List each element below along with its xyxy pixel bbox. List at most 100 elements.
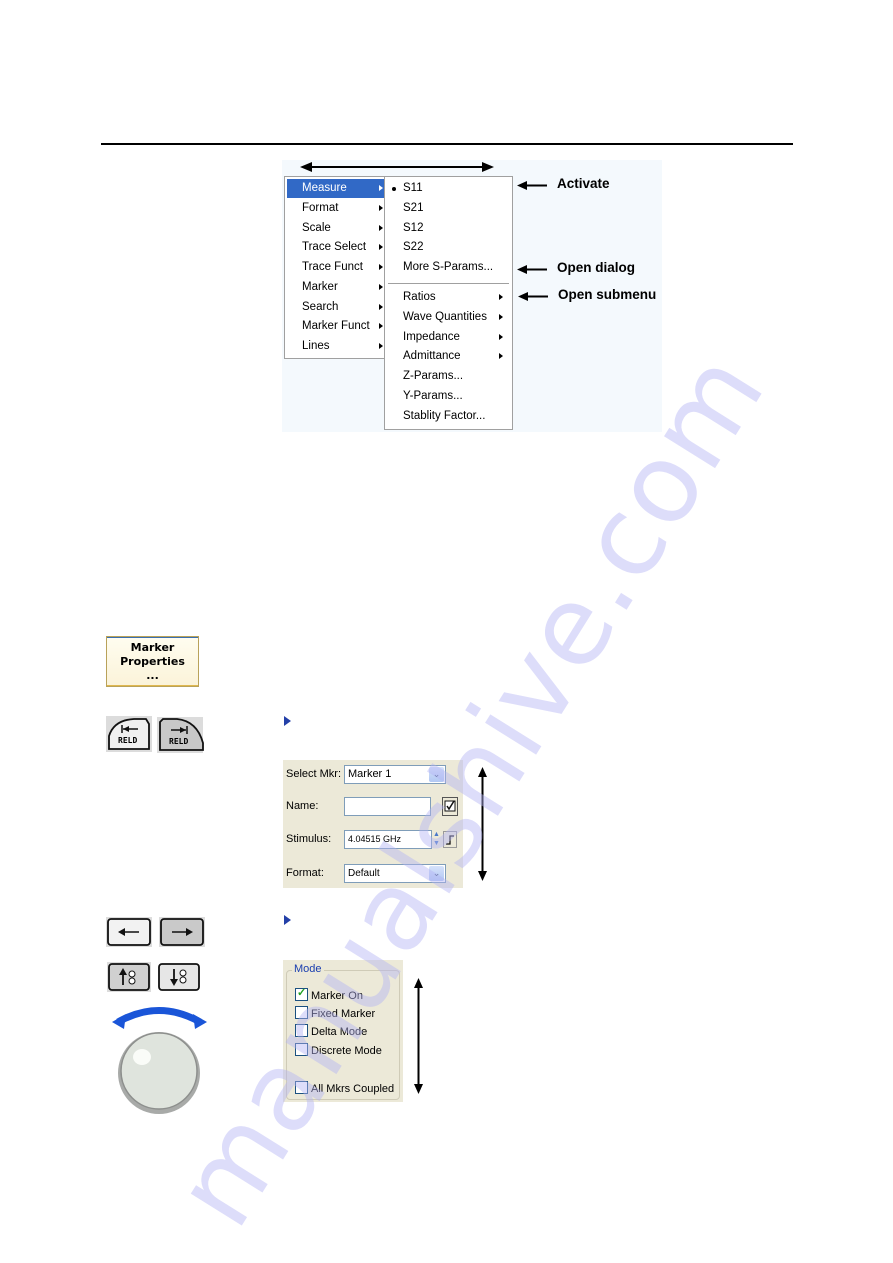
submenu-item-label: Wave Quantities — [403, 311, 487, 323]
right-arrow-key[interactable] — [159, 917, 205, 947]
menu-item-lines[interactable]: Lines — [287, 337, 386, 356]
submenu-arrow-icon — [379, 205, 383, 211]
checkbox-box[interactable] — [295, 1043, 308, 1056]
menu-item-label: Format — [302, 202, 339, 214]
step-size-button[interactable] — [443, 831, 457, 848]
checkbox-label: All Mkrs Coupled — [311, 1083, 395, 1095]
chevron-down-icon[interactable]: ⌄ — [429, 767, 444, 782]
select-mkr-label: Select Mkr: — [286, 768, 342, 780]
left-arrow-icon — [517, 265, 547, 274]
menu-item-search[interactable]: Search — [287, 298, 386, 317]
name-label: Name: — [286, 800, 319, 812]
menu-item-label: Marker — [302, 281, 338, 293]
select-mkr-dropdown[interactable]: Marker 1 ⌄ — [344, 765, 446, 784]
menu-item-measure[interactable]: Measure — [287, 179, 386, 198]
marker-down-key[interactable] — [157, 962, 201, 992]
menu-item-trace-select[interactable]: Trace Select — [287, 238, 386, 257]
format-dropdown[interactable]: Default ⌄ — [344, 864, 446, 883]
stimulus-input[interactable]: 4.04515 GHz — [344, 830, 432, 849]
left-arrow-icon — [517, 181, 547, 190]
submenu-item-label: Ratios — [403, 291, 436, 303]
format-value: Default — [348, 868, 380, 879]
marker-properties-softkey[interactable]: Marker Properties ... — [106, 636, 199, 687]
menu-item-label: Marker Funct — [302, 320, 370, 332]
submenu-item-admittance[interactable]: Admittance — [385, 347, 512, 366]
submenu-arrow-icon — [499, 294, 503, 300]
submenu-item-s12[interactable]: S12 — [385, 219, 512, 238]
chevron-down-icon[interactable]: ⌄ — [429, 866, 444, 881]
checkbox-icon — [444, 800, 456, 812]
checkbox-label: Delta Mode — [311, 1026, 368, 1038]
checkbox-box[interactable]: ✓ — [295, 987, 308, 1001]
submenu-item-wave-quantities[interactable]: Wave Quantities — [385, 308, 512, 327]
fixed-marker-checkbox[interactable]: Fixed Marker — [295, 1006, 375, 1020]
marker-on-checkbox[interactable]: ✓ Marker On — [295, 987, 363, 1002]
left-arrow-key[interactable] — [106, 917, 152, 947]
checkbox-label: Marker On — [311, 990, 363, 1002]
radio-dot-icon — [392, 187, 396, 191]
submenu-item-label: Y-Params... — [403, 390, 463, 402]
submenu-arrow-icon — [379, 264, 383, 270]
checkbox-label: Discrete Mode — [311, 1045, 382, 1057]
callout-text: Open dialog — [557, 260, 636, 275]
submenu-item-ratios[interactable]: Ratios — [385, 288, 512, 307]
stimulus-spin-buttons[interactable]: ▲ ▼ — [433, 830, 441, 849]
watermark: manualshive.com — [150, 330, 790, 1248]
submenu-item-label: S12 — [403, 222, 424, 234]
menu-item-label: Search — [302, 301, 339, 313]
mode-group-panel: Mode ✓ Marker On Fixed Marker Delta Mode … — [283, 960, 403, 1102]
name-checkbox-button[interactable] — [442, 797, 458, 816]
checkbox-box[interactable] — [295, 1006, 308, 1019]
menu-item-format[interactable]: Format — [287, 199, 386, 218]
reld-back-key[interactable]: RELD — [106, 716, 152, 752]
menu-item-marker-funct[interactable]: Marker Funct — [287, 317, 386, 336]
name-input[interactable] — [344, 797, 431, 816]
rotary-knob[interactable] — [112, 1005, 207, 1117]
checkbox-box[interactable] — [295, 1081, 308, 1094]
spin-up-icon[interactable]: ▲ — [433, 830, 441, 839]
menu-item-label: Scale — [302, 222, 331, 234]
submenu-item-more-s-params[interactable]: More S-Params... — [385, 258, 512, 277]
reld-forward-key[interactable]: RELD — [157, 717, 204, 753]
vertical-double-arrow-icon — [478, 767, 487, 881]
softkey-label-line1: Marker — [130, 641, 175, 654]
submenu-arrow-icon — [379, 323, 383, 329]
callout-text: Activate — [557, 176, 610, 191]
submenu-item-label: S22 — [403, 241, 424, 253]
all-mkrs-coupled-checkbox[interactable]: All Mkrs Coupled — [295, 1081, 394, 1095]
knob-highlight — [133, 1049, 151, 1065]
submenu-item-s22[interactable]: S22 — [385, 238, 512, 257]
marker-properties-dialog: Select Mkr: Marker 1 ⌄ Name: Stimulus: 4… — [283, 760, 463, 888]
submenu-item-label: S11 — [403, 182, 423, 194]
right-arrow-key-shape — [160, 918, 204, 946]
submenu-item-z-params[interactable]: Z-Params... — [385, 367, 512, 386]
callout-text: Open submenu — [558, 287, 657, 302]
submenu-item-s21[interactable]: S21 — [385, 199, 512, 218]
submenu-item-stability-factor[interactable]: Stablity Factor... — [385, 407, 512, 426]
marker-up-key-shape — [108, 963, 150, 991]
submenu-arrow-icon — [379, 225, 383, 231]
rotate-arrow-left-head — [112, 1014, 126, 1029]
menu-item-marker[interactable]: Marker — [287, 278, 386, 297]
marker-down-key-shape — [158, 963, 200, 991]
menu-item-label: Measure — [302, 182, 347, 194]
rotate-arrow-icon — [116, 1007, 202, 1026]
menu-separator — [388, 283, 509, 284]
submenu-item-impedance[interactable]: Impedance — [385, 328, 512, 347]
submenu-item-s11[interactable]: S11 — [385, 179, 512, 198]
menu-item-scale[interactable]: Scale — [287, 219, 386, 238]
mode-group-title: Mode — [292, 963, 324, 975]
marker-up-key[interactable] — [107, 962, 151, 992]
delta-mode-checkbox[interactable]: Delta Mode — [295, 1024, 367, 1038]
softkey-label-line3: ... — [146, 669, 159, 682]
section-bullet-icon — [284, 716, 291, 726]
main-menu: Measure Format Scale Trace Select Trace … — [284, 176, 386, 359]
discrete-mode-checkbox[interactable]: Discrete Mode — [295, 1043, 382, 1057]
checkbox-box[interactable] — [295, 1024, 308, 1037]
menu-item-trace-funct[interactable]: Trace Funct — [287, 258, 386, 277]
submenu-item-label: S21 — [403, 202, 424, 214]
spin-down-icon[interactable]: ▼ — [433, 839, 441, 848]
left-arrow-icon — [518, 292, 548, 301]
reld-forward-key-label: RELD — [169, 737, 189, 746]
submenu-item-y-params[interactable]: Y-Params... — [385, 387, 512, 406]
